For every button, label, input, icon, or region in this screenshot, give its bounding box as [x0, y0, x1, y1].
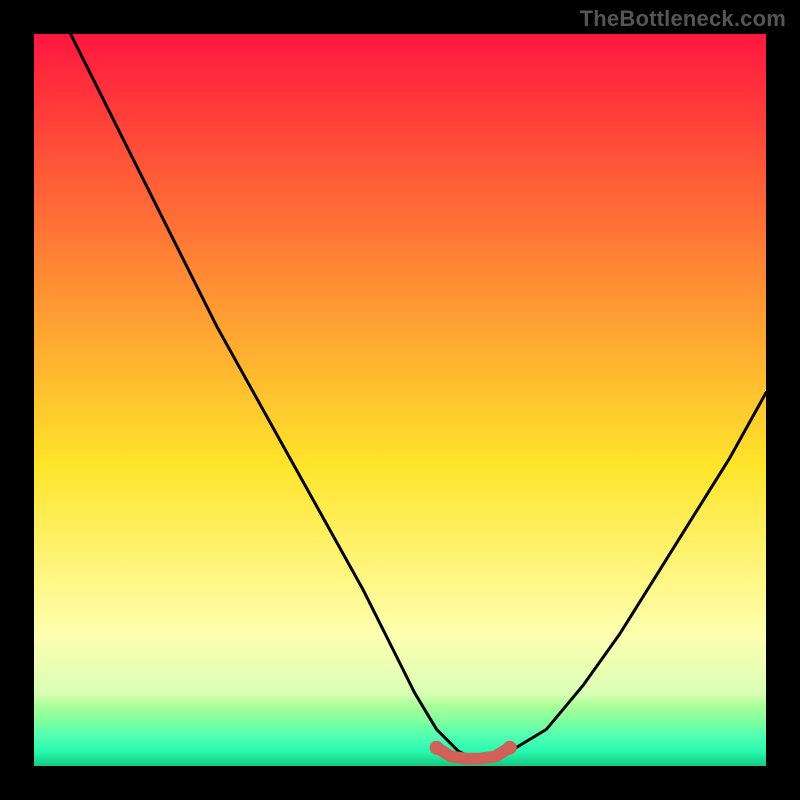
attribution-text: TheBottleneck.com [580, 6, 786, 32]
marker-end-right [503, 741, 517, 755]
plot-area [34, 34, 766, 766]
bottleneck-curve [71, 34, 766, 759]
zero-bottleneck-marker [437, 748, 510, 759]
chart-stage: TheBottleneck.com [0, 0, 800, 800]
marker-end-left [430, 741, 444, 755]
curve-layer [34, 34, 766, 766]
